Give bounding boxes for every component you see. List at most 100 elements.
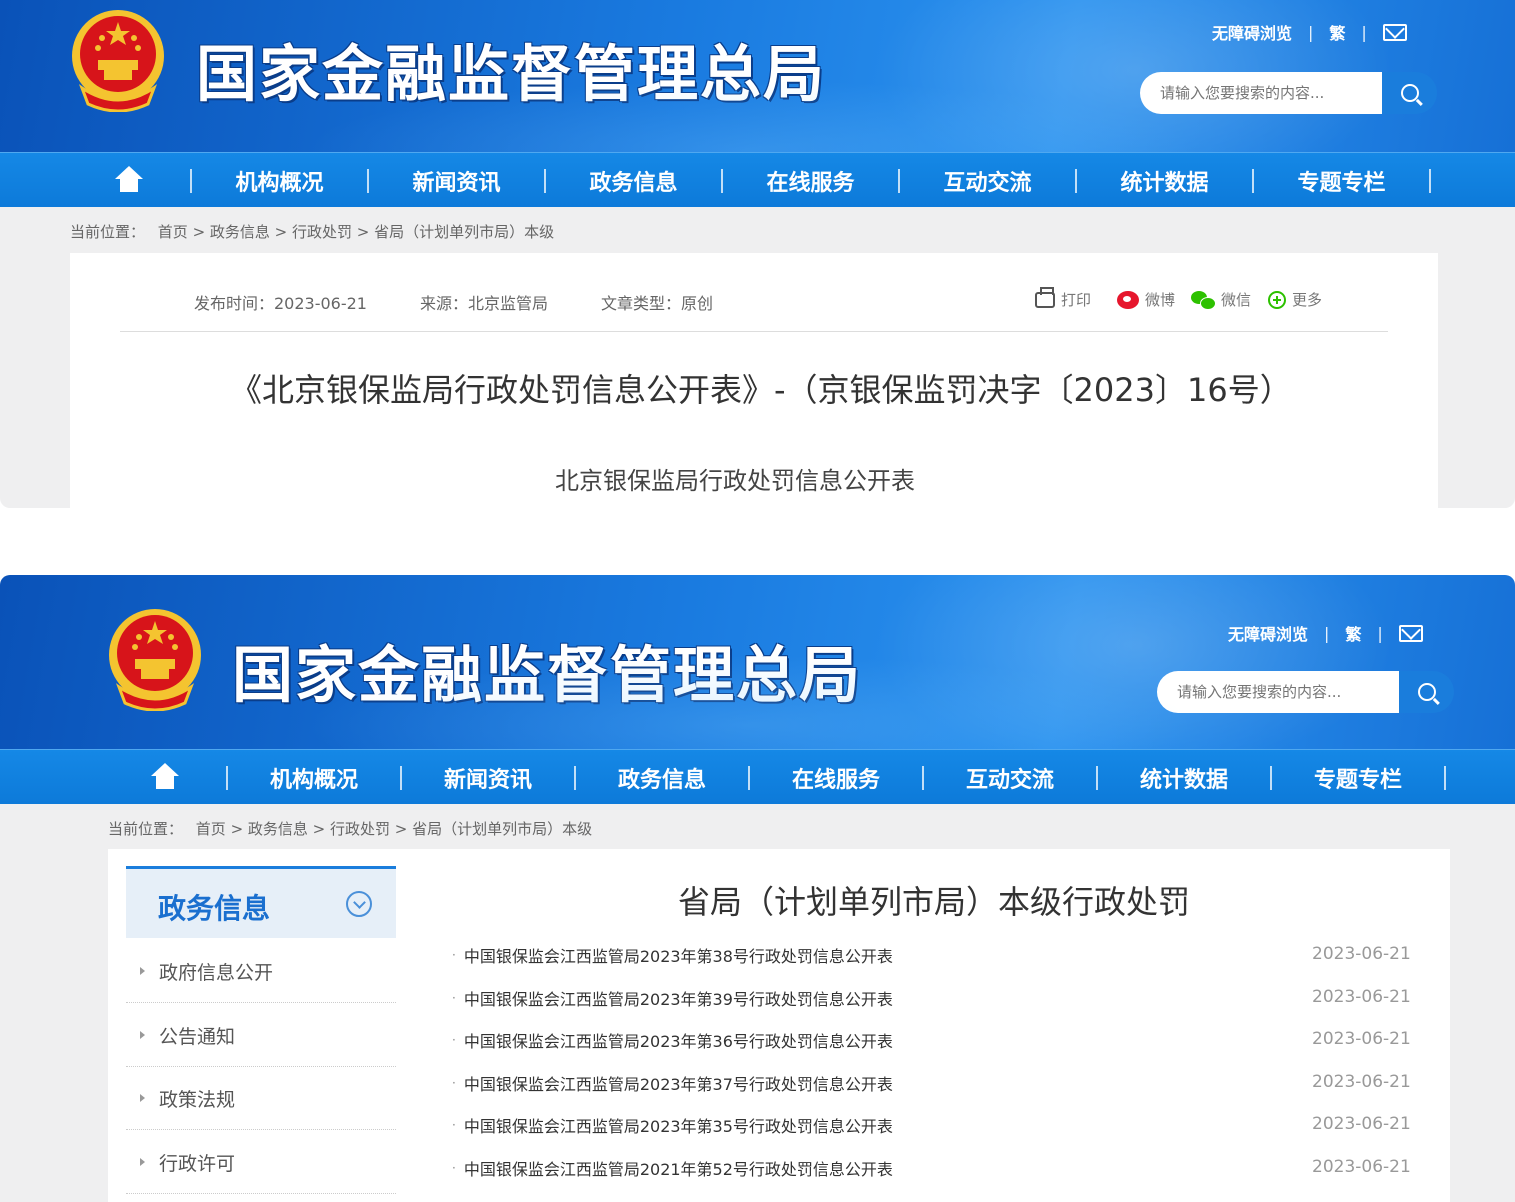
nav-divider bbox=[1444, 765, 1446, 790]
divider: | bbox=[1324, 623, 1330, 643]
content-panel: 政务信息 政府信息公开 公告通知 政策法规 行政许可 省局（计划单列市局）本级行… bbox=[108, 849, 1450, 1202]
caret-right-icon bbox=[140, 967, 145, 975]
search-box bbox=[1140, 72, 1437, 114]
print-label: 打印 bbox=[1061, 291, 1092, 309]
divider-line bbox=[120, 331, 1388, 332]
bullet: · bbox=[452, 991, 456, 1005]
breadcrumb-path[interactable]: 首页 > 政务信息 > 行政处罚 > 省局（计划单列市局）本级 bbox=[196, 820, 592, 838]
weibo-label: 微博 bbox=[1145, 291, 1176, 309]
top-links: 无障碍浏览 | 繁 | bbox=[1212, 20, 1407, 44]
more-share[interactable]: 更多 bbox=[1268, 289, 1322, 310]
nav-divider bbox=[1429, 168, 1431, 193]
divider: | bbox=[1377, 623, 1383, 643]
search-icon bbox=[1417, 683, 1436, 701]
nav-item-online-service[interactable]: 在线服务 bbox=[750, 762, 922, 794]
bullet: · bbox=[452, 1076, 456, 1090]
article-subtitle: 北京银保监局行政处罚信息公开表 bbox=[555, 467, 915, 495]
nav-item-interaction[interactable]: 互动交流 bbox=[924, 762, 1096, 794]
mail-icon[interactable] bbox=[1382, 23, 1407, 41]
list-item-title[interactable]: 中国银保监会江西监管局2023年第37号行政处罚信息公开表 bbox=[464, 1071, 893, 1095]
nav-item-gov-info[interactable]: 政务信息 bbox=[576, 762, 748, 794]
list-item-title[interactable]: 中国银保监会江西监管局2023年第36号行政处罚信息公开表 bbox=[464, 1028, 893, 1052]
nav-item-special[interactable]: 专题专栏 bbox=[1272, 762, 1444, 794]
mail-icon[interactable] bbox=[1398, 624, 1423, 642]
sidebar-item-gov-disclosure[interactable]: 政府信息公开 bbox=[126, 940, 396, 1003]
bullet: · bbox=[452, 1118, 456, 1132]
list-item[interactable]: · 中国银保监会江西监管局2021年第52号行政处罚信息公开表 bbox=[452, 1147, 893, 1189]
nav-inner: 机构概况 新闻资讯 政务信息 在线服务 互动交流 统计数据 专题专栏 bbox=[148, 750, 1446, 805]
divider: | bbox=[1361, 22, 1367, 42]
search-input[interactable] bbox=[1140, 72, 1382, 114]
sidebar-item-licensing[interactable]: 行政许可 bbox=[126, 1131, 396, 1194]
main-nav: 机构概况 新闻资讯 政务信息 在线服务 互动交流 统计数据 专题专栏 bbox=[0, 749, 1515, 804]
sidebar-item-regulations[interactable]: 政策法规 bbox=[126, 1067, 396, 1130]
divider: | bbox=[1308, 22, 1314, 42]
nav-item-gov-info[interactable]: 政务信息 bbox=[546, 165, 721, 197]
national-emblem-icon bbox=[109, 609, 201, 711]
weibo-share[interactable]: 微博 bbox=[1117, 289, 1175, 310]
breadcrumb: 当前位置： 首页 > 政务信息 > 行政处罚 > 省局（计划单列市局）本级 bbox=[108, 818, 592, 839]
list-item-title[interactable]: 中国银保监会江西监管局2023年第39号行政处罚信息公开表 bbox=[464, 986, 893, 1010]
accessible-browse-link[interactable]: 无障碍浏览 bbox=[1228, 621, 1308, 645]
article-title: 《北京银保监局行政处罚信息公开表》-（京银保监罚决字〔2023〕16号） bbox=[230, 371, 1292, 409]
nav-item-interaction[interactable]: 互动交流 bbox=[900, 165, 1075, 197]
list-item[interactable]: · 中国银保监会江西监管局2023年第38号行政处罚信息公开表 bbox=[452, 934, 893, 976]
sidebar-item-label: 政策法规 bbox=[159, 1088, 236, 1111]
list-item-title[interactable]: 中国银保监会江西监管局2021年第52号行政处罚信息公开表 bbox=[464, 1156, 893, 1180]
caret-right-icon bbox=[140, 1158, 145, 1166]
screenshot-list-page: 国家金融监督管理总局 无障碍浏览 | 繁 | 机构概况 新闻资讯 政务信息 在线… bbox=[0, 575, 1515, 1202]
section-title: 省局（计划单列市局）本级行政处罚 bbox=[678, 883, 1191, 921]
sidebar-item-notices[interactable]: 公告通知 bbox=[126, 1004, 396, 1067]
list-item-title[interactable]: 中国银保监会江西监管局2023年第38号行政处罚信息公开表 bbox=[464, 943, 893, 967]
traditional-chinese-link[interactable]: 繁 bbox=[1345, 621, 1361, 645]
list-item[interactable]: · 中国银保监会江西监管局2023年第35号行政处罚信息公开表 bbox=[452, 1104, 893, 1146]
home-icon[interactable] bbox=[148, 762, 182, 793]
sidebar-item-label: 公告通知 bbox=[159, 1025, 236, 1048]
print-icon bbox=[1035, 286, 1055, 308]
search-button[interactable] bbox=[1399, 671, 1454, 713]
main-nav: 机构概况 新闻资讯 政务信息 在线服务 互动交流 统计数据 专题专栏 bbox=[0, 152, 1515, 207]
list-item-date: 2023-06-21 bbox=[1312, 987, 1411, 1007]
nav-item-special[interactable]: 专题专栏 bbox=[1254, 165, 1429, 197]
print-action[interactable]: 打印 bbox=[1035, 286, 1092, 310]
top-links: 无障碍浏览 | 繁 | bbox=[1228, 621, 1423, 645]
nav-item-news[interactable]: 新闻资讯 bbox=[369, 165, 544, 197]
list-item[interactable]: · 中国银保监会江西监管局2023年第36号行政处罚信息公开表 bbox=[452, 1019, 893, 1061]
caret-right-icon bbox=[140, 1094, 145, 1102]
list-item-date: 2023-06-21 bbox=[1312, 1114, 1411, 1134]
breadcrumb-prefix: 当前位置： bbox=[70, 223, 146, 241]
screenshot-article-page: 国家金融监督管理总局 无障碍浏览 | 繁 | 机构概况 新闻资讯 政务信息 在线… bbox=[0, 0, 1515, 508]
search-box bbox=[1157, 671, 1454, 713]
article-source: 来源：北京监管局 bbox=[420, 294, 549, 313]
list-item-date: 2023-06-21 bbox=[1312, 1157, 1411, 1177]
list-item-date: 2023-06-21 bbox=[1312, 1072, 1411, 1092]
list-item-date: 2023-06-21 bbox=[1312, 944, 1411, 964]
nav-item-statistics[interactable]: 统计数据 bbox=[1077, 165, 1252, 197]
chevron-down-icon[interactable] bbox=[346, 891, 372, 917]
list-item-title[interactable]: 中国银保监会江西监管局2023年第35号行政处罚信息公开表 bbox=[464, 1113, 893, 1137]
search-icon bbox=[1400, 84, 1419, 102]
site-title: 国家金融监督管理总局 bbox=[196, 39, 827, 110]
breadcrumb-path[interactable]: 首页 > 政务信息 > 行政处罚 > 省局（计划单列市局）本级 bbox=[158, 223, 554, 241]
breadcrumb: 当前位置： 首页 > 政务信息 > 行政处罚 > 省局（计划单列市局）本级 bbox=[70, 221, 554, 242]
list-item[interactable]: · 中国银保监会江西监管局2023年第39号行政处罚信息公开表 bbox=[452, 977, 893, 1019]
sidebar-heading-label: 政务信息 bbox=[158, 892, 271, 925]
search-input[interactable] bbox=[1157, 671, 1399, 713]
accessible-browse-link[interactable]: 无障碍浏览 bbox=[1212, 20, 1292, 44]
wechat-share[interactable]: 微信 bbox=[1191, 289, 1251, 310]
nav-item-org[interactable]: 机构概况 bbox=[192, 165, 367, 197]
home-icon[interactable] bbox=[112, 165, 146, 196]
header-banner: 国家金融监督管理总局 无障碍浏览 | 繁 | bbox=[0, 0, 1515, 152]
search-button[interactable] bbox=[1382, 72, 1437, 114]
site-title: 国家金融监督管理总局 bbox=[232, 640, 863, 711]
nav-item-statistics[interactable]: 统计数据 bbox=[1098, 762, 1270, 794]
nav-item-org[interactable]: 机构概况 bbox=[228, 762, 400, 794]
list-item[interactable]: · 中国银保监会江西监管局2023年第37号行政处罚信息公开表 bbox=[452, 1062, 893, 1104]
sidebar-heading[interactable]: 政务信息 bbox=[126, 866, 396, 938]
traditional-chinese-link[interactable]: 繁 bbox=[1329, 20, 1345, 44]
nav-inner: 机构概况 新闻资讯 政务信息 在线服务 互动交流 统计数据 专题专栏 bbox=[112, 153, 1431, 208]
nav-item-online-service[interactable]: 在线服务 bbox=[723, 165, 898, 197]
sidebar-item-label: 行政许可 bbox=[159, 1152, 236, 1175]
weibo-icon bbox=[1117, 290, 1139, 309]
nav-item-news[interactable]: 新闻资讯 bbox=[402, 762, 574, 794]
